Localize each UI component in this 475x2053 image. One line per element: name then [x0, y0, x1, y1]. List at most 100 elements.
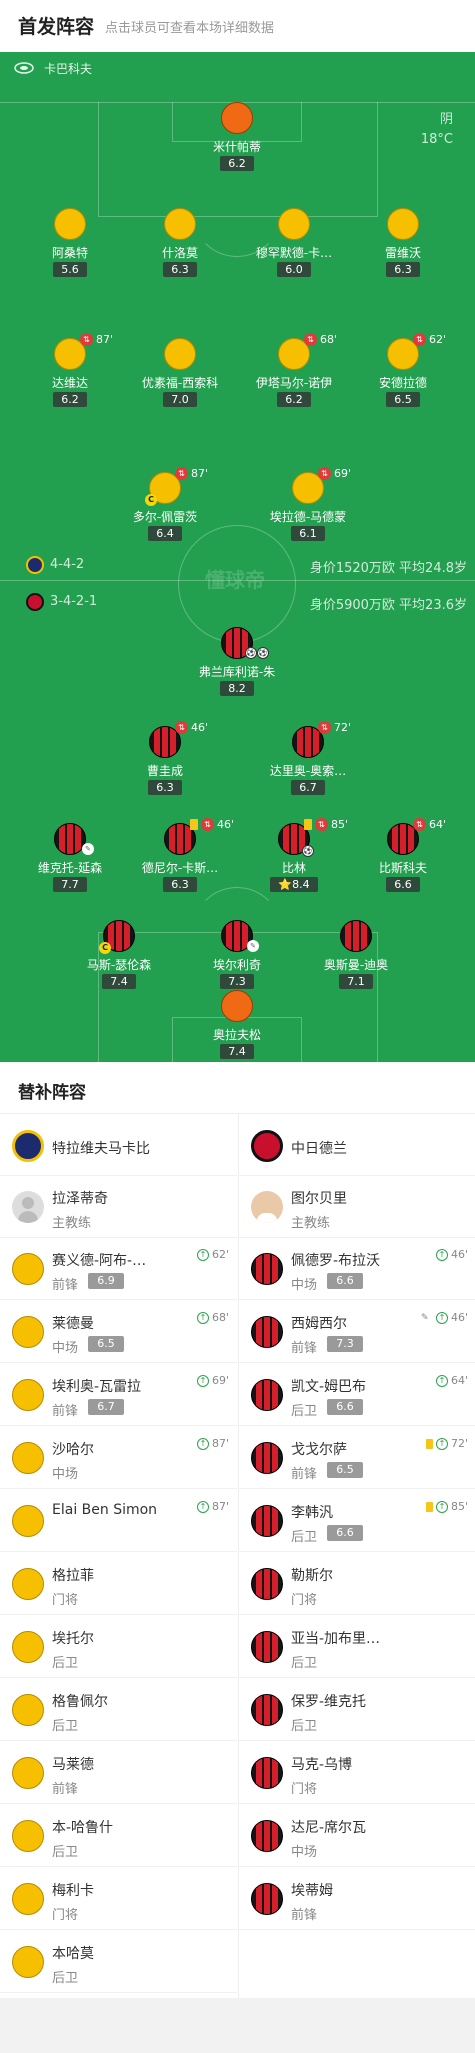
- home-formation: 4-4-2: [50, 557, 85, 572]
- bench-player-row[interactable]: 亚当-加布里… 后卫: [239, 1616, 475, 1678]
- bench-player-row[interactable]: 沙哈尔 中场 ↑ 87': [0, 1427, 237, 1489]
- player-name: 比斯科夫: [378, 861, 427, 875]
- player-away-mid-4[interactable]: ⇅ 64' 比斯科夫 6.6: [343, 817, 463, 903]
- sub-minute: 72': [450, 1437, 468, 1450]
- player-away-mid-1[interactable]: ✎ 维克托-延森 7.7: [10, 823, 130, 903]
- sub-minute: 62': [429, 332, 447, 346]
- bench-player-row[interactable]: 戈戈尔萨 前锋 6.5 ↑ 72': [239, 1427, 475, 1489]
- player-name: 本哈莫: [52, 1946, 94, 1962]
- jersey: [164, 338, 196, 370]
- player-home-gk[interactable]: 米什帕蒂 6.2: [177, 102, 297, 182]
- bench-player-row[interactable]: 李韩汎 后卫 6.6 ↑ 85': [239, 1490, 475, 1552]
- yellow-card-icon: [425, 1501, 433, 1512]
- player-score: 6.5: [327, 1462, 363, 1478]
- bench-player-row[interactable]: 凯文-姆巴布 后卫 6.6 ↑ 64': [239, 1364, 475, 1426]
- player-home-mid-1[interactable]: ⇅ 87' 达维达 6.2: [10, 332, 130, 418]
- jersey: [251, 1757, 283, 1789]
- player-name: 马莱德: [52, 1757, 94, 1773]
- sub-in-marker: ✎ ↑ 46': [421, 1311, 468, 1324]
- sub-minute: 64': [450, 1374, 468, 1387]
- bench-player-row[interactable]: 勒斯尔 门将: [239, 1553, 475, 1615]
- player-away-mid-3[interactable]: ⚽ ⇅ 85' 比林 ⭐8.4: [234, 817, 354, 903]
- player-away-st[interactable]: ⚽ ⚽ 弗兰库利诺-朱 8.2: [177, 627, 297, 707]
- bench-player-row[interactable]: 佩德罗-布拉沃 中场 6.6 ↑ 46': [239, 1238, 475, 1300]
- goal-ball-icon: ⚽: [245, 647, 257, 659]
- player-name: 亚当-加布里…: [291, 1631, 381, 1647]
- player-score: 6.2: [277, 392, 311, 407]
- player-score: 7.0: [163, 392, 197, 407]
- sub-out-icon: ⇅: [413, 332, 426, 346]
- bench-player-row[interactable]: 马克-乌博门将: [239, 1742, 475, 1804]
- player-position: 中场: [52, 1341, 79, 1356]
- jersey: [251, 1316, 283, 1348]
- bench-player-row[interactable]: 格拉菲 门将: [0, 1553, 237, 1615]
- player-name: 格鲁佩尔: [52, 1694, 108, 1710]
- player-away-def-2[interactable]: ✎ 埃尔利奇 7.3: [177, 920, 297, 1000]
- bench-away-team[interactable]: 中日德兰: [239, 1114, 475, 1176]
- bench-player-row[interactable]: 达尼-席尔瓦 中场: [239, 1805, 475, 1867]
- jersey: [251, 1568, 283, 1600]
- player-position: 后卫: [291, 1719, 318, 1734]
- sub-out-marker: ⇅ 46': [190, 817, 234, 831]
- home-coach-row[interactable]: 拉泽蒂奇 主教练: [0, 1176, 237, 1238]
- player-name: 马克-乌博: [291, 1757, 353, 1773]
- away-coach-row[interactable]: 图尔贝里 主教练: [239, 1176, 475, 1238]
- player-home-def-3[interactable]: 穆罕默德-卡… 6.0: [234, 208, 354, 288]
- bench-player-row[interactable]: 埃蒂姆 前锋: [239, 1868, 475, 1930]
- jersey: [164, 208, 196, 240]
- bench-player-row[interactable]: 马莱德 前锋: [0, 1742, 237, 1804]
- player-name: 多尔-佩雷茨: [132, 510, 198, 524]
- bench-player-row[interactable]: 埃利奥-瓦雷拉 前锋 6.7 ↑ 69': [0, 1364, 237, 1426]
- player-name: 沙哈尔: [52, 1442, 94, 1458]
- player-name: 达维达: [51, 376, 88, 390]
- sub-minute: 87': [96, 332, 114, 346]
- player-position: 前锋: [291, 1341, 318, 1356]
- player-position: 中场: [291, 1278, 318, 1293]
- player-home-fw-2[interactable]: ⇅ 69' 埃拉德-马德蒙 6.1: [248, 466, 368, 552]
- bench-player-row[interactable]: 保罗-维克托 后卫: [239, 1679, 475, 1741]
- player-home-mid-2[interactable]: 优素福-西索科 7.0: [120, 338, 240, 418]
- player-name: 西姆西尔: [291, 1316, 347, 1332]
- player-home-mid-3[interactable]: ⇅ 68' 伊塔马尔-诺伊 6.2: [234, 332, 354, 418]
- bench-home-team[interactable]: 特拉维夫马卡比: [0, 1114, 237, 1176]
- player-home-def-1[interactable]: 阿桑特 5.6: [10, 208, 130, 288]
- bench-player-row[interactable]: 格鲁佩尔 后卫: [0, 1679, 237, 1741]
- bench-player-row[interactable]: 本-哈鲁什 后卫: [0, 1805, 237, 1867]
- jersey: [278, 208, 310, 240]
- player-away-def-3[interactable]: 奥斯曼-迪奥 7.1: [296, 920, 416, 1000]
- player-score: 6.0: [277, 262, 311, 277]
- home-team-badge: [26, 556, 44, 574]
- bench-header: 替补阵容: [0, 1062, 475, 1114]
- bench-player-row[interactable]: 本哈莫 后卫: [0, 1931, 237, 1993]
- player-home-def-4[interactable]: 雷维沃 6.3: [343, 208, 463, 288]
- sub-in-icon: ↑: [435, 1437, 448, 1450]
- lineup-subtitle: 点击球员可查看本场详细数据: [105, 21, 275, 36]
- player-away-mid-2[interactable]: ⇅ 46' 德尼尔-卡斯… 6.3: [120, 817, 240, 903]
- bench-player-row[interactable]: 梅利卡 门将: [0, 1868, 237, 1930]
- player-position: 后卫: [291, 1530, 318, 1545]
- sub-minute: 62': [211, 1248, 229, 1261]
- sub-minute: 87': [191, 466, 209, 480]
- bench-player-row[interactable]: 赛义德-阿布-… 前锋 6.9 ↑ 62': [0, 1238, 237, 1300]
- team-name: 特拉维夫马卡比: [52, 1141, 150, 1157]
- player-away-am-1[interactable]: ⇅ 46' 曹圭成 6.3: [105, 720, 225, 806]
- jersey: [54, 208, 86, 240]
- player-name: 佩德罗-布拉沃: [291, 1253, 381, 1269]
- sub-in-marker: ↑ 46': [435, 1248, 468, 1261]
- bench-player-row[interactable]: Elai Ben Simon ↑ 87': [0, 1490, 237, 1552]
- player-position: 门将: [291, 1782, 318, 1797]
- player-home-mid-4[interactable]: ⇅ 62' 安德拉德 6.5: [343, 332, 463, 418]
- bench-player-row[interactable]: 西姆西尔 前锋 7.3 ✎ ↑ 46': [239, 1301, 475, 1363]
- coach-role: 主教练: [52, 1216, 92, 1231]
- sub-minute: 85': [450, 1500, 468, 1513]
- away-formation-row: 3-4-2-1 身价5900万欧 平均23.6岁: [0, 591, 475, 613]
- player-away-gk[interactable]: 奥拉夫松 7.4: [177, 990, 297, 1062]
- player-away-am-2[interactable]: ⇅ 72' 达里奥-奥索… 6.7: [248, 720, 368, 806]
- player-name: 凯文-姆巴布: [291, 1379, 367, 1395]
- player-home-fw-1[interactable]: C ⇅ 87' 多尔-佩雷茨 6.4: [105, 466, 225, 552]
- bench-player-row[interactable]: 埃托尔 后卫: [0, 1616, 237, 1678]
- player-home-def-2[interactable]: 什洛莫 6.3: [120, 208, 240, 288]
- bench-player-row[interactable]: 莱德曼 中场 6.5 ↑ 68': [0, 1301, 237, 1363]
- player-away-def-1[interactable]: C 马斯-瑟伦森 7.4: [59, 920, 179, 1000]
- yellow-card-icon: [304, 818, 312, 830]
